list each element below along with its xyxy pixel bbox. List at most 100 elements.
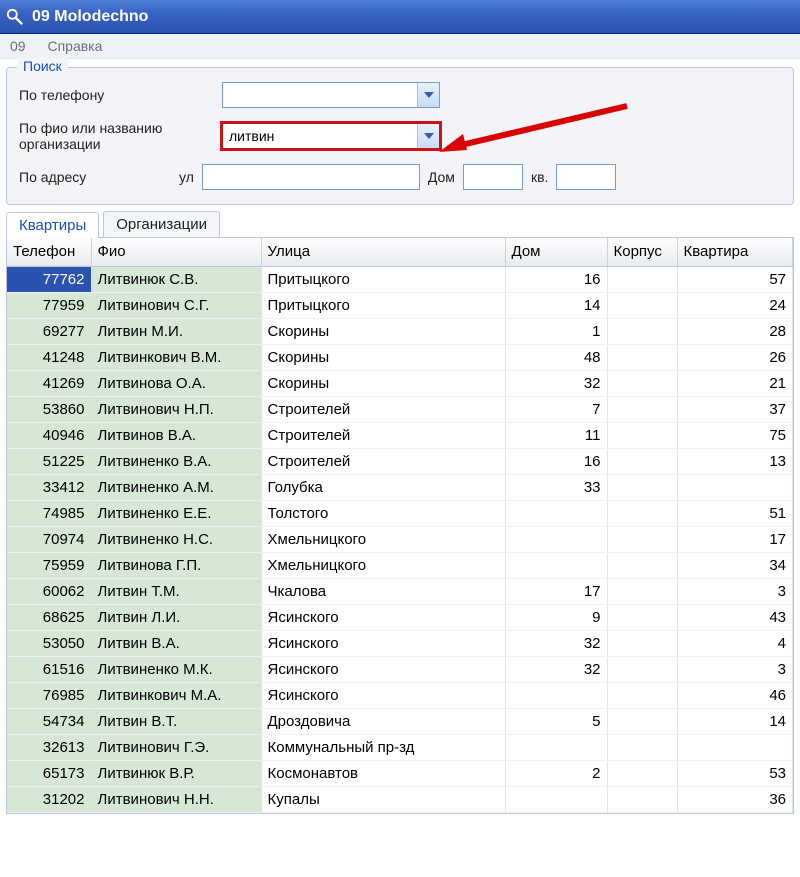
table-cell[interactable]: Литвиненко М.К. [91, 656, 261, 682]
table-cell[interactable]: 53 [677, 760, 793, 786]
table-cell[interactable]: Хмельницкого [261, 526, 505, 552]
table-cell[interactable]: Скорины [261, 318, 505, 344]
table-cell[interactable]: 32613 [7, 734, 91, 760]
table-cell[interactable] [505, 500, 607, 526]
table-cell[interactable]: Литвин Т.М. [91, 578, 261, 604]
table-row[interactable]: 74985Литвиненко Е.Е.Толстого51 [7, 500, 793, 526]
table-cell[interactable]: 68625 [7, 604, 91, 630]
table-cell[interactable]: Строителей [261, 422, 505, 448]
phone-input[interactable] [223, 83, 417, 107]
phone-combo[interactable] [222, 82, 440, 108]
table-cell[interactable]: 69277 [7, 318, 91, 344]
table-row[interactable]: 70974Литвиненко Н.С.Хмельницкого 17 [7, 526, 793, 552]
titlebar[interactable]: 09 Molodechno [0, 0, 800, 34]
table-cell[interactable]: 76985 [7, 682, 91, 708]
table-row[interactable]: 76985Литвинкович М.А.Ясинского46 [7, 682, 793, 708]
table-row[interactable]: 77762Литвинюк С.В.Притыцкого1657 [7, 266, 793, 292]
table-cell[interactable]: 36 [677, 786, 793, 812]
table-cell[interactable] [505, 734, 607, 760]
table-cell[interactable]: Космонавтов [261, 760, 505, 786]
table-cell[interactable]: Литвин В.А. [91, 630, 261, 656]
table-cell[interactable] [607, 708, 677, 734]
table-cell[interactable] [607, 552, 677, 578]
table-cell[interactable]: 33 [505, 474, 607, 500]
table-row[interactable]: 31202Литвинович Н.Н.Купалы36 [7, 786, 793, 812]
table-cell[interactable]: Купалы [261, 786, 505, 812]
table-cell[interactable]: 65173 [7, 760, 91, 786]
table-cell[interactable]: 17 [677, 526, 793, 552]
table-row[interactable]: 75959Литвинова Г.П.Хмельницкого34 [7, 552, 793, 578]
table-row[interactable]: 41269Литвинова О.А.Скорины3221 [7, 370, 793, 396]
table-row[interactable]: 53860Литвинович Н.П.Строителей737 [7, 396, 793, 422]
tab-apartments[interactable]: Квартиры [6, 212, 99, 238]
table-cell[interactable] [505, 552, 607, 578]
table-cell[interactable]: 9 [505, 604, 607, 630]
table-cell[interactable] [607, 656, 677, 682]
menu-09[interactable]: 09 [10, 38, 26, 54]
col-header-flat[interactable]: Квартира [677, 238, 793, 266]
table-cell[interactable] [607, 734, 677, 760]
table-cell[interactable] [607, 630, 677, 656]
table-cell[interactable] [607, 682, 677, 708]
table-cell[interactable] [505, 786, 607, 812]
table-cell[interactable]: 5 [505, 708, 607, 734]
table-cell[interactable] [607, 266, 677, 292]
table-cell[interactable]: 41248 [7, 344, 91, 370]
table-cell[interactable]: 3 [677, 656, 793, 682]
table-cell[interactable]: Литвиненко Н.С. [91, 526, 261, 552]
table-cell[interactable] [607, 318, 677, 344]
flat-input[interactable] [556, 164, 616, 190]
table-cell[interactable] [677, 734, 793, 760]
table-cell[interactable] [505, 682, 607, 708]
table-cell[interactable] [607, 396, 677, 422]
table-cell[interactable]: 11 [505, 422, 607, 448]
table-cell[interactable]: 70974 [7, 526, 91, 552]
table-cell[interactable]: Литвин М.И. [91, 318, 261, 344]
table-cell[interactable]: Коммунальный пр-зд [261, 734, 505, 760]
table-cell[interactable]: 51 [677, 500, 793, 526]
table-cell[interactable] [607, 448, 677, 474]
table-cell[interactable]: 40946 [7, 422, 91, 448]
table-cell[interactable]: Литвинова О.А. [91, 370, 261, 396]
table-cell[interactable]: Литвиненко В.А. [91, 448, 261, 474]
table-cell[interactable]: 16 [505, 266, 607, 292]
table-cell[interactable] [607, 500, 677, 526]
table-cell[interactable]: 32 [505, 630, 607, 656]
name-dropdown-btn[interactable] [417, 124, 439, 148]
table-row[interactable]: 68625Литвин Л.И.Ясинского943 [7, 604, 793, 630]
table-cell[interactable]: Строителей [261, 396, 505, 422]
col-header-tel[interactable]: Телефон [7, 238, 91, 266]
table-cell[interactable]: 41269 [7, 370, 91, 396]
table-cell[interactable]: Литвинкович В.М. [91, 344, 261, 370]
table-cell[interactable]: 24 [677, 292, 793, 318]
table-cell[interactable]: Ясинского [261, 656, 505, 682]
table-cell[interactable]: 54734 [7, 708, 91, 734]
table-cell[interactable] [607, 344, 677, 370]
table-cell[interactable]: Скорины [261, 370, 505, 396]
table-cell[interactable]: 3 [677, 578, 793, 604]
table-cell[interactable]: Литвинкович М.А. [91, 682, 261, 708]
table-cell[interactable]: Ясинского [261, 604, 505, 630]
table-cell[interactable]: 43 [677, 604, 793, 630]
table-cell[interactable]: Строителей [261, 448, 505, 474]
table-row[interactable]: 51225Литвиненко В.А.Строителей1613 [7, 448, 793, 474]
table-cell[interactable]: Толстого [261, 500, 505, 526]
table-row[interactable]: 65173Литвинюк В.Р.Космонавтов253 [7, 760, 793, 786]
table-cell[interactable]: 37 [677, 396, 793, 422]
table-cell[interactable]: Литвинов В.А. [91, 422, 261, 448]
table-row[interactable]: 41248Литвинкович В.М.Скорины4826 [7, 344, 793, 370]
table-cell[interactable]: 32 [505, 656, 607, 682]
table-cell[interactable]: 26 [677, 344, 793, 370]
table-cell[interactable]: Литвинович С.Г. [91, 292, 261, 318]
table-cell[interactable]: 48 [505, 344, 607, 370]
table-cell[interactable]: 75 [677, 422, 793, 448]
table-cell[interactable]: Притыцкого [261, 266, 505, 292]
table-cell[interactable]: 17 [505, 578, 607, 604]
table-cell[interactable]: 28 [677, 318, 793, 344]
name-input[interactable] [223, 124, 417, 148]
table-cell[interactable]: 4 [677, 630, 793, 656]
table-cell[interactable] [607, 526, 677, 552]
col-header-fio[interactable]: Фио [91, 238, 261, 266]
table-cell[interactable]: 2 [505, 760, 607, 786]
table-cell[interactable]: Литвинова Г.П. [91, 552, 261, 578]
